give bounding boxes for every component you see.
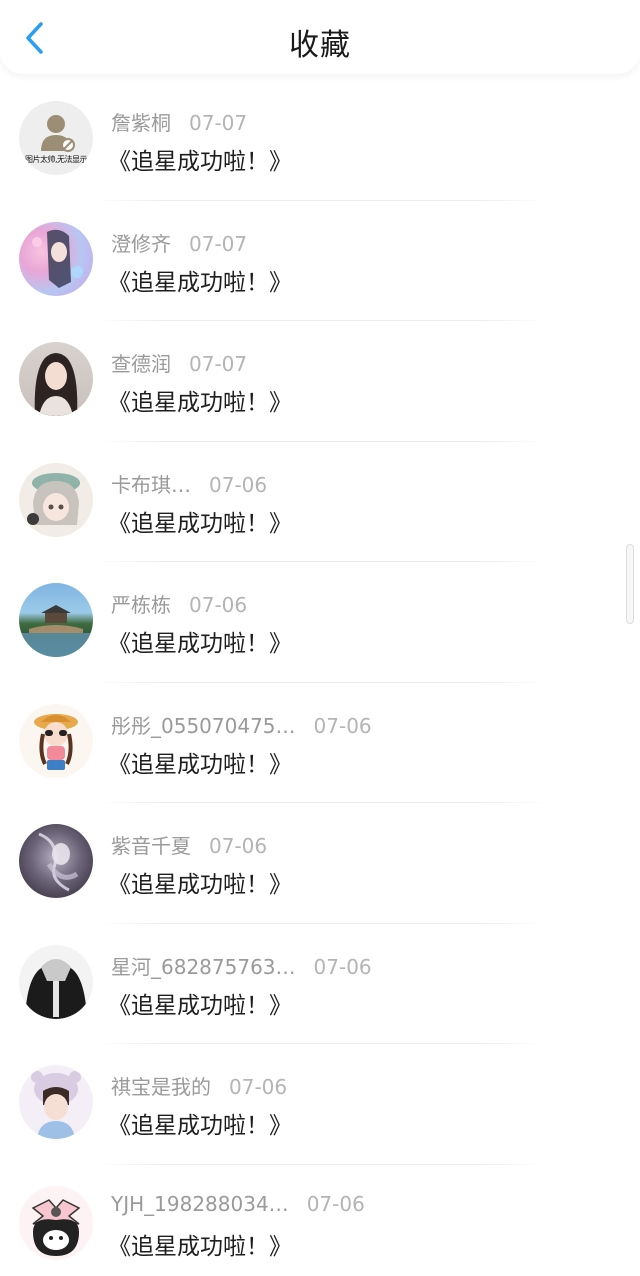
item-title: 《追星成功啦！》: [108, 269, 292, 296]
item-meta: 祺宝是我的 07-06: [111, 1071, 287, 1100]
list-item[interactable]: 紫音千夏 07-06 《追星成功啦！》: [0, 803, 640, 924]
list-item[interactable]: 星河_682875763… 07-06 《追星成功啦！》: [0, 924, 640, 1044]
avatar[interactable]: 图片太帅,无法显示: [19, 101, 93, 175]
item-title: 《追星成功啦！》: [108, 1233, 292, 1260]
item-title: 《追星成功啦！》: [108, 751, 292, 778]
avatar[interactable]: [19, 462, 93, 537]
cartoon-girl-sunhat-icon: [34, 713, 78, 770]
boy-bear-hood-icon: [31, 1071, 81, 1139]
item-date: 07-06: [229, 1075, 288, 1099]
avatar-caption: 图片太帅,无法显示: [24, 155, 88, 164]
item-meta: 彤彤_055070475… 07-06: [111, 710, 372, 739]
item-meta: 澄修齐 07-07: [111, 228, 247, 257]
item-meta: 严栋栋 07-06: [111, 589, 247, 618]
item-date: 07-07: [189, 231, 248, 256]
item-date: 07-06: [313, 713, 372, 738]
item-title: 《追星成功啦！》: [108, 992, 292, 1019]
user-name[interactable]: 彤彤_055070475…: [111, 710, 296, 739]
black-jacket-avatar-icon: [25, 958, 87, 1019]
item-title: 《追星成功啦！》: [108, 390, 292, 416]
item-meta: 查德润 07-07: [111, 348, 247, 377]
item-meta: 卡布琪… 07-06: [111, 469, 267, 498]
item-title: 《追星成功啦！》: [108, 872, 292, 898]
avatar[interactable]: [19, 583, 93, 657]
avatar[interactable]: [19, 703, 93, 778]
dark-anime-avatar-icon: [38, 832, 79, 892]
avatar[interactable]: [19, 221, 93, 296]
item-date: 07-06: [313, 954, 372, 979]
anime-girl-avatar-icon: [32, 229, 83, 288]
avatar[interactable]: [19, 824, 93, 898]
item-date: 07-06: [209, 834, 268, 858]
list-item[interactable]: 查德润 07-07 《追星成功啦！》: [0, 321, 640, 442]
page-title: 收藏: [289, 28, 351, 63]
item-title: 《追星成功啦！》: [108, 1113, 292, 1139]
item-meta: 星河_682875763… 07-06: [111, 951, 372, 980]
list-item[interactable]: YJH_198288034… 07-06 《追星成功啦！》: [0, 1165, 640, 1276]
anime-girl-hat-avatar-icon: [27, 472, 80, 525]
list-item[interactable]: 澄修齐 07-07 《追星成功啦！》: [0, 201, 640, 321]
list-item[interactable]: 彤彤_055070475… 07-06 《追星成功啦！》: [0, 683, 640, 803]
avatar[interactable]: [19, 342, 93, 416]
item-meta: YJH_198288034… 07-06: [111, 1192, 365, 1216]
item-date: 07-06: [189, 593, 248, 617]
list-item[interactable]: 卡布琪… 07-06 《追星成功啦！》: [0, 442, 640, 562]
item-date: 07-06: [209, 472, 268, 497]
item-meta: 詹紫桐 07-07: [111, 107, 247, 136]
user-name[interactable]: 詹紫桐: [111, 107, 171, 136]
avatar[interactable]: [19, 1185, 93, 1260]
user-name[interactable]: 严栋栋: [111, 589, 171, 618]
scrollbar[interactable]: [626, 544, 634, 624]
avatar[interactable]: [19, 944, 93, 1019]
kuromi-bow-icon: [31, 1198, 81, 1256]
item-title: 《追星成功啦！》: [108, 149, 292, 175]
user-name[interactable]: 紫音千夏: [111, 830, 191, 859]
user-name[interactable]: 澄修齐: [111, 228, 171, 257]
item-title: 《追星成功啦！》: [108, 631, 292, 657]
user-name[interactable]: 查德润: [111, 348, 171, 377]
list-item[interactable]: 严栋栋 07-06 《追星成功啦！》: [0, 562, 640, 683]
item-date: 07-07: [189, 352, 248, 376]
user-name[interactable]: 卡布琪…: [111, 469, 191, 498]
list-item[interactable]: 图片太帅,无法显示 詹紫桐 07-07 《追星成功啦！》: [0, 80, 640, 201]
item-title: 《追星成功啦！》: [108, 510, 292, 537]
item-date: 07-07: [189, 111, 248, 135]
woman-portrait-icon: [34, 353, 78, 416]
user-name[interactable]: 祺宝是我的: [111, 1071, 211, 1100]
favorites-list: 图片太帅,无法显示 詹紫桐 07-07 《追星成功啦！》 澄修齐 07-07 《…: [0, 80, 640, 1276]
top-bar: 收藏: [0, 0, 640, 74]
item-date: 07-06: [306, 1191, 365, 1216]
item-meta: 紫音千夏 07-06: [111, 830, 267, 859]
pavilion-landscape-icon: [19, 605, 93, 657]
list-item[interactable]: 祺宝是我的 07-06 《追星成功啦！》: [0, 1044, 640, 1165]
user-name[interactable]: 星河_682875763…: [111, 951, 296, 980]
user-name[interactable]: YJH_198288034…: [111, 1192, 289, 1216]
avatar[interactable]: [19, 1065, 93, 1139]
